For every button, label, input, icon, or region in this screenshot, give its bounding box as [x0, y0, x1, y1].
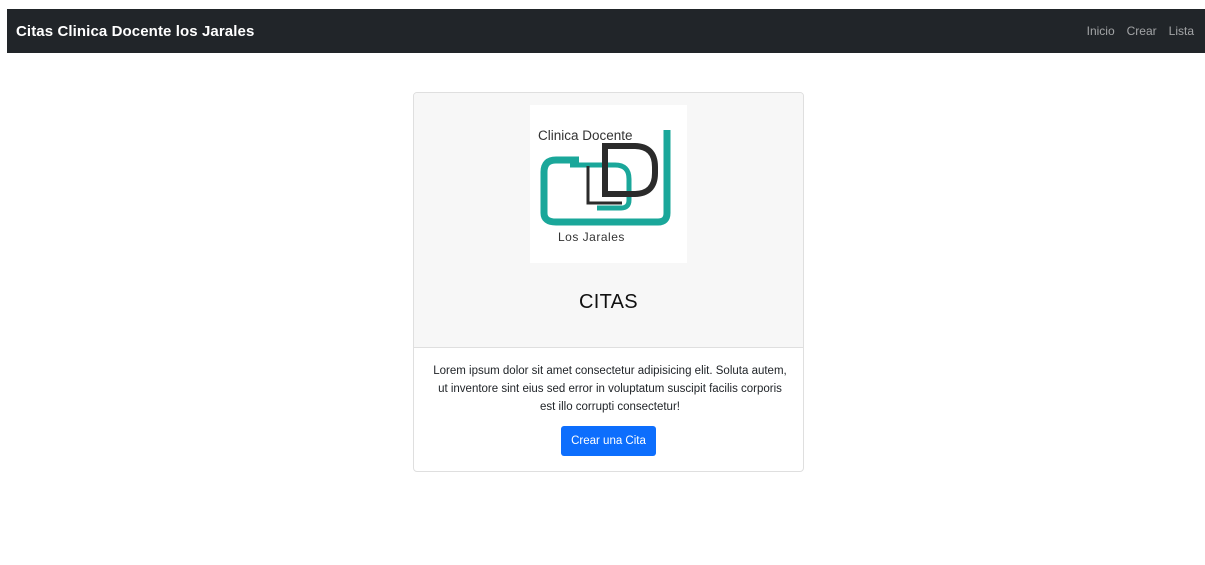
card-description: Lorem ipsum dolor sit amet consectetur a…: [433, 365, 787, 413]
nav-link-crear[interactable]: Crear: [1127, 24, 1157, 38]
nav-link-inicio[interactable]: Inicio: [1087, 24, 1115, 38]
citas-card: Clinica Docente Los Jarales CITAS Lorem …: [413, 92, 804, 472]
nav-links: Inicio Crear Lista: [1087, 24, 1194, 38]
logo-bottom-text: Los Jarales: [558, 230, 625, 244]
card-body: Lorem ipsum dolor sit amet consectetur a…: [414, 348, 803, 456]
top-navbar: Citas Clinica Docente los Jarales Inicio…: [7, 9, 1205, 53]
nav-link-lista[interactable]: Lista: [1169, 24, 1194, 38]
page: Citas Clinica Docente los Jarales Inicio…: [0, 0, 1205, 565]
create-appointment-button[interactable]: Crear una Cita: [561, 426, 656, 456]
navbar-brand[interactable]: Citas Clinica Docente los Jarales: [16, 23, 254, 40]
card-header: Clinica Docente Los Jarales CITAS: [414, 93, 803, 348]
clinic-logo: Clinica Docente Los Jarales: [530, 105, 687, 263]
logo-top-text: Clinica Docente: [538, 128, 633, 143]
card-title: CITAS: [579, 291, 638, 313]
clinic-logo-graphic: Clinica Docente Los Jarales: [538, 128, 671, 244]
